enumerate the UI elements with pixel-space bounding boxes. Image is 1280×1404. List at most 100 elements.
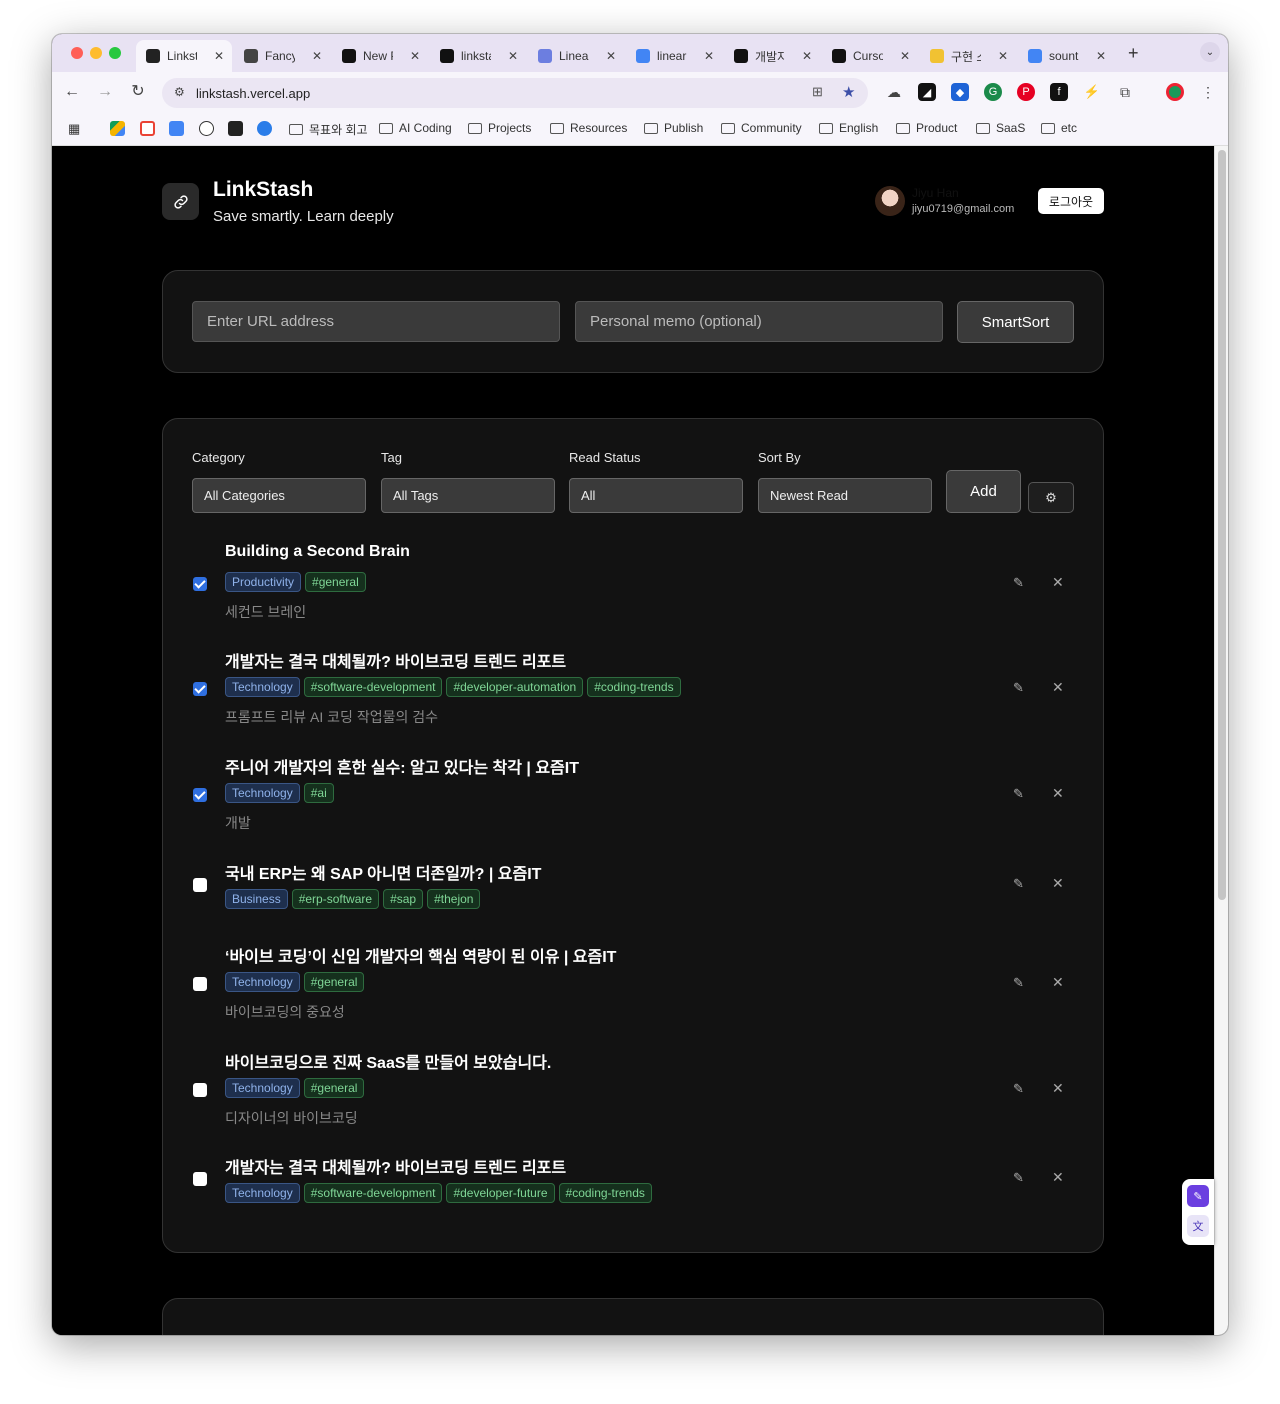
profile-avatar[interactable] [1166, 83, 1184, 101]
bookmark-folder[interactable]: English [819, 121, 878, 135]
scrollbar-thumb[interactable] [1218, 150, 1226, 900]
browser-tab[interactable]: Linkstash ✕ [136, 40, 232, 72]
read-status-select[interactable]: All [569, 478, 743, 513]
page-scrollbar[interactable] [1214, 146, 1228, 1335]
translate-widget-icon[interactable]: 文 [1187, 1215, 1209, 1237]
hashtag-badge[interactable]: #sap [383, 889, 424, 909]
chat-widget-icon[interactable]: ✎ [1187, 1185, 1209, 1207]
link-title[interactable]: Building a Second Brain [225, 543, 410, 561]
category-badge[interactable]: Technology [225, 783, 300, 803]
hashtag-badge[interactable]: #ai [303, 783, 334, 803]
bitwarden-icon[interactable]: ◆ [951, 83, 969, 101]
category-badge[interactable]: Technology [225, 1078, 300, 1098]
add-button[interactable]: Add [946, 470, 1021, 513]
category-badge[interactable]: Technology [225, 677, 300, 697]
bookmark-folder[interactable]: 목표와 회고 [289, 121, 368, 138]
tab-close-icon[interactable]: ✕ [1096, 49, 1106, 63]
category-select[interactable]: All Categories [192, 478, 366, 513]
url-input[interactable]: Enter URL address [192, 301, 560, 342]
browser-tab[interactable]: New P ✕ [332, 40, 428, 72]
bookmark-folder[interactable]: Community [721, 121, 802, 135]
read-checkbox[interactable] [193, 788, 207, 802]
translate-icon[interactable]: ⊞ [812, 84, 823, 100]
bookmark-folder[interactable]: SaaS [976, 121, 1025, 135]
tag-select[interactable]: All Tags [381, 478, 555, 513]
grammarly-icon[interactable]: G [984, 83, 1002, 101]
bookmark-folder[interactable]: Projects [468, 121, 531, 135]
logout-button[interactable]: 로그아웃 [1038, 188, 1104, 214]
category-badge[interactable]: Business [225, 889, 288, 909]
extensions-puzzle-icon[interactable]: ⧉ [1116, 83, 1134, 101]
delete-icon[interactable]: ✕ [1052, 1169, 1064, 1186]
extension-icon[interactable]: ◢ [918, 83, 936, 101]
bookmark-folder[interactable]: AI Coding [379, 121, 452, 135]
tab-close-icon[interactable]: ✕ [312, 49, 322, 63]
delete-icon[interactable]: ✕ [1052, 574, 1064, 591]
tab-close-icon[interactable]: ✕ [900, 49, 910, 63]
tab-close-icon[interactable]: ✕ [802, 49, 812, 63]
link-title[interactable]: 개발자는 결국 대체될까? 바이브코딩 트렌드 리포트 [225, 648, 566, 672]
cloud-extension-icon[interactable]: ☁ [885, 83, 903, 101]
read-checkbox[interactable] [193, 1172, 207, 1186]
site-info-icon[interactable]: ⚙ [174, 85, 185, 99]
read-checkbox[interactable] [193, 977, 207, 991]
bookmark-star-icon[interactable]: ★ [842, 83, 855, 101]
edit-icon[interactable]: ✎ [1013, 975, 1024, 991]
hashtag-badge[interactable]: #coding-trends [558, 1183, 652, 1203]
tab-close-icon[interactable]: ✕ [704, 49, 714, 63]
edit-icon[interactable]: ✎ [1013, 1170, 1024, 1186]
address-bar[interactable]: ⚙ linkstash.vercel.app ⊞ ★ [162, 78, 868, 108]
apps-grid-icon[interactable]: ▦ [68, 121, 80, 137]
link-title[interactable]: 주니어 개발자의 흔한 실수: 알고 있다는 착각 | 요즘IT [225, 754, 579, 778]
edit-icon[interactable]: ✎ [1013, 1081, 1024, 1097]
maximize-window-button[interactable] [109, 47, 121, 59]
google-drive-icon[interactable] [110, 121, 125, 136]
bookmark-folder[interactable]: Publish [644, 121, 703, 135]
tab-close-icon[interactable]: ✕ [508, 49, 518, 63]
category-badge[interactable]: Productivity [225, 572, 302, 592]
bolt-extension-icon[interactable]: ⚡ [1083, 83, 1101, 101]
google-calendar-icon[interactable] [169, 121, 184, 136]
chatgpt-icon[interactable] [199, 121, 214, 136]
delete-icon[interactable]: ✕ [1052, 679, 1064, 696]
delete-icon[interactable]: ✕ [1052, 1080, 1064, 1097]
delete-icon[interactable]: ✕ [1052, 974, 1064, 991]
delete-icon[interactable]: ✕ [1052, 875, 1064, 892]
browser-tab[interactable]: Linear ✕ [528, 40, 624, 72]
browser-tab[interactable]: 개발자 ✕ [724, 40, 820, 72]
settings-button[interactable]: ⚙ [1028, 482, 1074, 513]
smartsort-button[interactable]: SmartSort [957, 301, 1074, 343]
pinterest-icon[interactable]: P [1017, 83, 1035, 101]
browser-tab[interactable]: linksta ✕ [430, 40, 526, 72]
hashtag-badge[interactable]: #thejon [427, 889, 481, 909]
hashtag-badge[interactable]: #coding-trends [587, 677, 681, 697]
link-title[interactable]: 국내 ERP는 왜 SAP 아니면 더존일까? | 요즘IT [225, 860, 541, 884]
delete-icon[interactable]: ✕ [1052, 785, 1064, 802]
back-icon[interactable]: ← [62, 82, 82, 102]
read-checkbox[interactable] [193, 1083, 207, 1097]
read-checkbox[interactable] [193, 682, 207, 696]
edit-icon[interactable]: ✎ [1013, 876, 1024, 892]
tab-close-icon[interactable]: ✕ [214, 49, 224, 63]
close-window-button[interactable] [71, 47, 83, 59]
tab-close-icon[interactable]: ✕ [606, 49, 616, 63]
gmail-icon[interactable] [140, 121, 155, 136]
hashtag-badge[interactable]: #general [303, 1078, 365, 1098]
hashtag-badge[interactable]: #erp-software [291, 889, 380, 909]
link-title[interactable]: ‘바이브 코딩’이 신입 개발자의 핵심 역량이 된 이유 | 요즘IT [225, 943, 616, 967]
hashtag-badge[interactable]: #developer-automation [446, 677, 584, 697]
read-checkbox[interactable] [193, 878, 207, 892]
edit-icon[interactable]: ✎ [1013, 786, 1024, 802]
tab-close-icon[interactable]: ✕ [410, 49, 420, 63]
new-tab-button[interactable]: + [1128, 43, 1139, 64]
sort-by-select[interactable]: Newest Read [758, 478, 932, 513]
read-checkbox[interactable] [193, 577, 207, 591]
hashtag-badge[interactable]: #software-development [303, 1183, 443, 1203]
browser-tab[interactable]: 구현 스 ✕ [920, 40, 1016, 72]
forward-icon[interactable]: → [95, 82, 115, 102]
reload-icon[interactable]: ↻ [128, 82, 148, 102]
browser-tab[interactable]: linear ✕ [626, 40, 722, 72]
bookmark-folder[interactable]: Resources [550, 121, 627, 135]
minimize-window-button[interactable] [90, 47, 102, 59]
cloud-bookmark-icon[interactable] [257, 121, 272, 136]
